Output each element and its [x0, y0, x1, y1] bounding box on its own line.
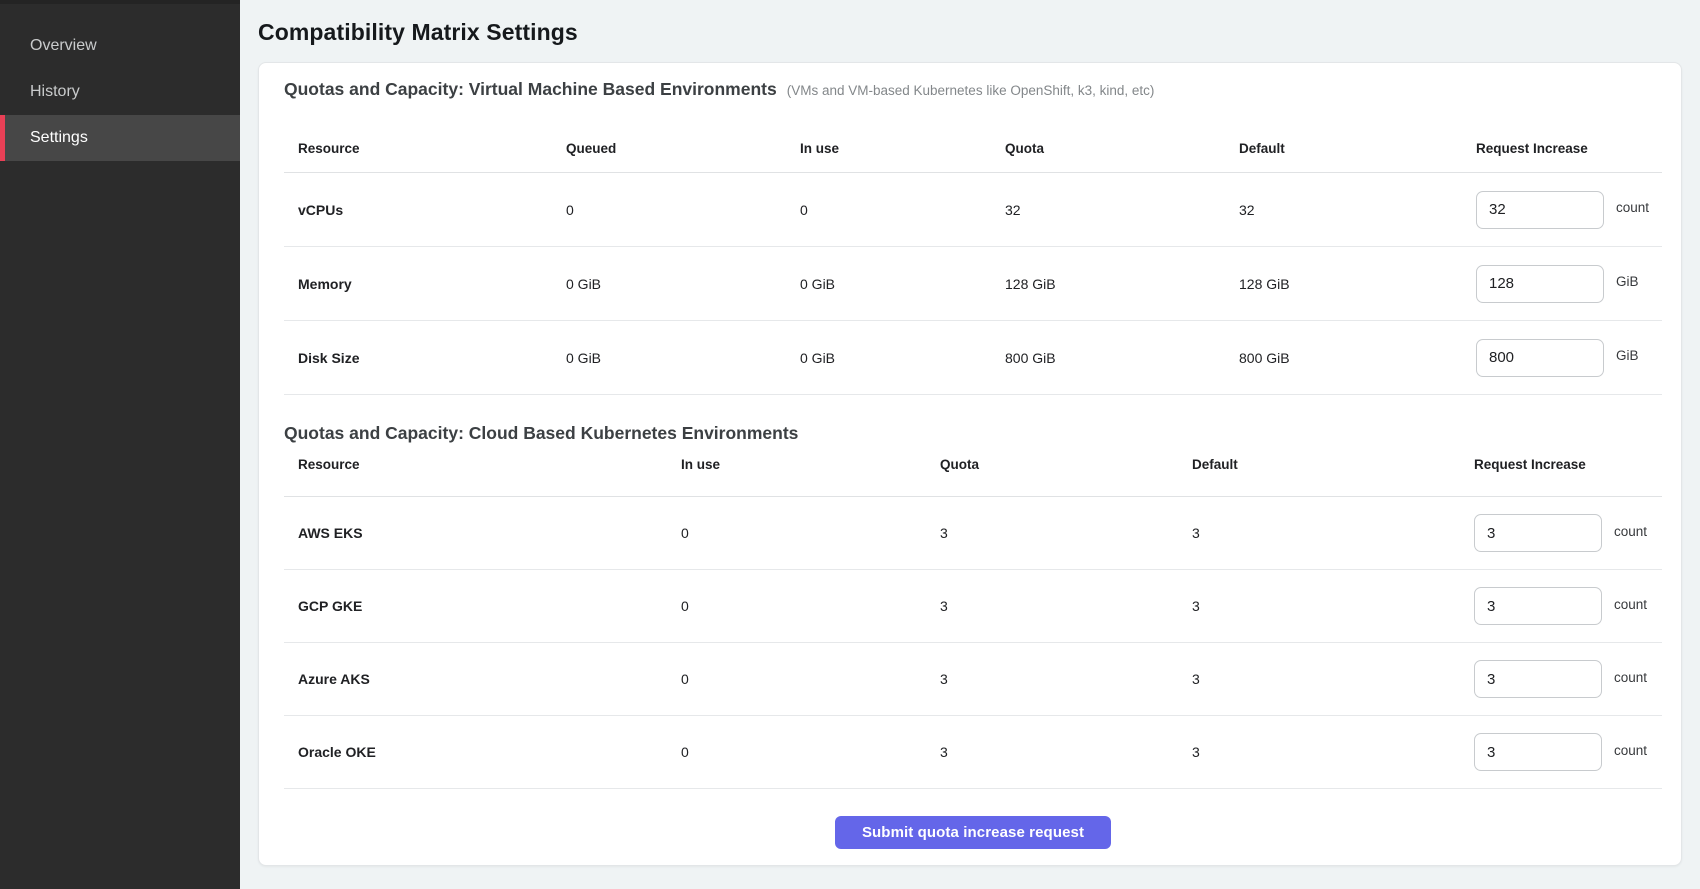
submit-row: Submit quota increase request	[284, 789, 1662, 849]
resource-name: Azure AKS	[284, 671, 681, 687]
request-increase-input-oracle-oke[interactable]	[1474, 733, 1602, 771]
vm-col-queued: Queued	[566, 141, 800, 156]
vm-table-header-row: Resource Queued In use Quota Default Req…	[284, 123, 1662, 173]
table-row-disk-size: Disk Size 0 GiB 0 GiB 800 GiB 800 GiB Gi…	[284, 321, 1662, 395]
unit-label: count	[1614, 743, 1647, 758]
default-value: 800 GiB	[1239, 350, 1476, 366]
unit-label: count	[1614, 524, 1647, 539]
unit-label: count	[1614, 597, 1647, 612]
in-use-value: 0 GiB	[800, 350, 1005, 366]
in-use-value: 0	[800, 202, 1005, 218]
cloud-col-in-use: In use	[681, 457, 940, 472]
in-use-value: 0 GiB	[800, 276, 1005, 292]
resource-name: Oracle OKE	[284, 744, 681, 760]
default-value: 3	[1192, 671, 1474, 687]
request-increase-input-disk-size[interactable]	[1476, 339, 1604, 377]
vm-section-header: Quotas and Capacity: Virtual Machine Bas…	[284, 77, 1662, 103]
cloud-col-quota: Quota	[940, 457, 1192, 472]
resource-name: AWS EKS	[284, 525, 681, 541]
table-row-oracle-oke: Oracle OKE 0 3 3 count	[284, 716, 1662, 789]
default-value: 3	[1192, 525, 1474, 541]
request-increase-input-gcp-gke[interactable]	[1474, 587, 1602, 625]
sidebar-item-history[interactable]: History	[0, 69, 240, 115]
in-use-value: 0	[681, 598, 940, 614]
vm-col-request-increase: Request Increase	[1476, 141, 1662, 156]
quota-value: 800 GiB	[1005, 350, 1239, 366]
default-value: 3	[1192, 598, 1474, 614]
table-row-memory: Memory 0 GiB 0 GiB 128 GiB 128 GiB GiB	[284, 247, 1662, 321]
cloud-col-resource: Resource	[284, 457, 681, 472]
queued-value: 0	[566, 202, 800, 218]
quota-value: 3	[940, 598, 1192, 614]
submit-quota-increase-button[interactable]: Submit quota increase request	[835, 816, 1111, 849]
cloud-table-header-row: Resource In use Quota Default Request In…	[284, 445, 1662, 497]
sidebar: Overview History Settings	[0, 0, 240, 889]
unit-label: count	[1614, 670, 1647, 685]
default-value: 32	[1239, 202, 1476, 218]
vm-col-quota: Quota	[1005, 141, 1239, 156]
cloud-section-header: Quotas and Capacity: Cloud Based Kuberne…	[284, 421, 1662, 445]
unit-label: GiB	[1616, 348, 1639, 363]
default-value: 128 GiB	[1239, 276, 1476, 292]
table-row-gcp-gke: GCP GKE 0 3 3 count	[284, 570, 1662, 643]
page-title: Compatibility Matrix Settings	[258, 19, 1682, 46]
resource-name: GCP GKE	[284, 598, 681, 614]
resource-name: Disk Size	[284, 350, 566, 366]
sidebar-item-overview[interactable]: Overview	[0, 23, 240, 69]
vm-section-title: Quotas and Capacity: Virtual Machine Bas…	[284, 77, 777, 101]
request-increase-input-azure-aks[interactable]	[1474, 660, 1602, 698]
request-increase-input-memory[interactable]	[1476, 265, 1604, 303]
table-row-azure-aks: Azure AKS 0 3 3 count	[284, 643, 1662, 716]
vm-col-resource: Resource	[284, 141, 566, 156]
queued-value: 0 GiB	[566, 276, 800, 292]
quota-settings-card: Quotas and Capacity: Virtual Machine Bas…	[258, 62, 1682, 866]
sidebar-item-settings[interactable]: Settings	[0, 115, 240, 161]
resource-name: vCPUs	[284, 202, 566, 218]
quota-value: 128 GiB	[1005, 276, 1239, 292]
table-row-vcpus: vCPUs 0 0 32 32 count	[284, 173, 1662, 247]
vm-section-subtitle: (VMs and VM-based Kubernetes like OpenSh…	[787, 79, 1155, 103]
cloud-col-default: Default	[1192, 457, 1474, 472]
quota-value: 3	[940, 671, 1192, 687]
main-content: Compatibility Matrix Settings Quotas and…	[240, 0, 1700, 889]
request-increase-input-vcpus[interactable]	[1476, 191, 1604, 229]
in-use-value: 0	[681, 671, 940, 687]
in-use-value: 0	[681, 744, 940, 760]
table-row-aws-eks: AWS EKS 0 3 3 count	[284, 497, 1662, 570]
default-value: 3	[1192, 744, 1474, 760]
resource-name: Memory	[284, 276, 566, 292]
unit-label: GiB	[1616, 274, 1639, 289]
vm-col-in-use: In use	[800, 141, 1005, 156]
in-use-value: 0	[681, 525, 940, 541]
cloud-section-title: Quotas and Capacity: Cloud Based Kuberne…	[284, 421, 798, 445]
vm-col-default: Default	[1239, 141, 1476, 156]
quota-value: 3	[940, 525, 1192, 541]
cloud-col-request-increase: Request Increase	[1474, 457, 1662, 472]
unit-label: count	[1616, 200, 1649, 215]
request-increase-input-aws-eks[interactable]	[1474, 514, 1602, 552]
quota-value: 32	[1005, 202, 1239, 218]
quota-value: 3	[940, 744, 1192, 760]
queued-value: 0 GiB	[566, 350, 800, 366]
